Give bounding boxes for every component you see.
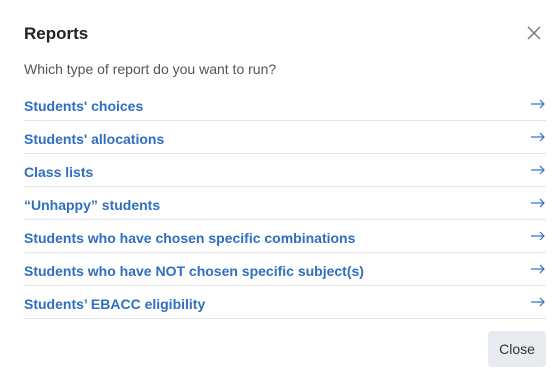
report-label: Students who have chosen specific combin…: [24, 230, 356, 246]
report-item-chosen-combinations[interactable]: Students who have chosen specific combin…: [24, 220, 546, 253]
close-button[interactable]: Close: [488, 331, 546, 367]
report-label: Students’ EBACC eligibility: [24, 296, 206, 312]
arrow-right-icon: [530, 230, 546, 242]
report-item-class-lists[interactable]: Class lists: [24, 154, 546, 187]
reports-dialog: Reports Which type of report do you want…: [0, 0, 554, 382]
dialog-title: Reports: [24, 24, 89, 43]
arrow-right-icon: [530, 131, 546, 143]
arrow-right-icon: [530, 197, 546, 209]
dialog-subtitle: Which type of report do you want to run?: [24, 61, 277, 77]
report-label: Students who have NOT chosen specific su…: [24, 263, 364, 279]
report-item-students-allocations[interactable]: Students' allocations: [24, 121, 546, 154]
report-item-ebacc-eligibility[interactable]: Students’ EBACC eligibility: [24, 286, 546, 319]
arrow-right-icon: [530, 164, 546, 176]
report-label: Class lists: [24, 164, 94, 180]
report-list: Students' choices Students' allocations …: [24, 88, 546, 319]
report-item-unhappy-students[interactable]: “Unhappy” students: [24, 187, 546, 220]
arrow-right-icon: [530, 98, 546, 110]
report-item-not-chosen-subjects[interactable]: Students who have NOT chosen specific su…: [24, 253, 546, 286]
report-label: Students' choices: [24, 98, 144, 114]
arrow-right-icon: [530, 263, 546, 275]
report-item-students-choices[interactable]: Students' choices: [24, 88, 546, 121]
report-label: “Unhappy” students: [24, 197, 161, 213]
report-label: Students' allocations: [24, 131, 165, 147]
arrow-right-icon: [530, 296, 546, 308]
close-icon[interactable]: [526, 25, 542, 41]
